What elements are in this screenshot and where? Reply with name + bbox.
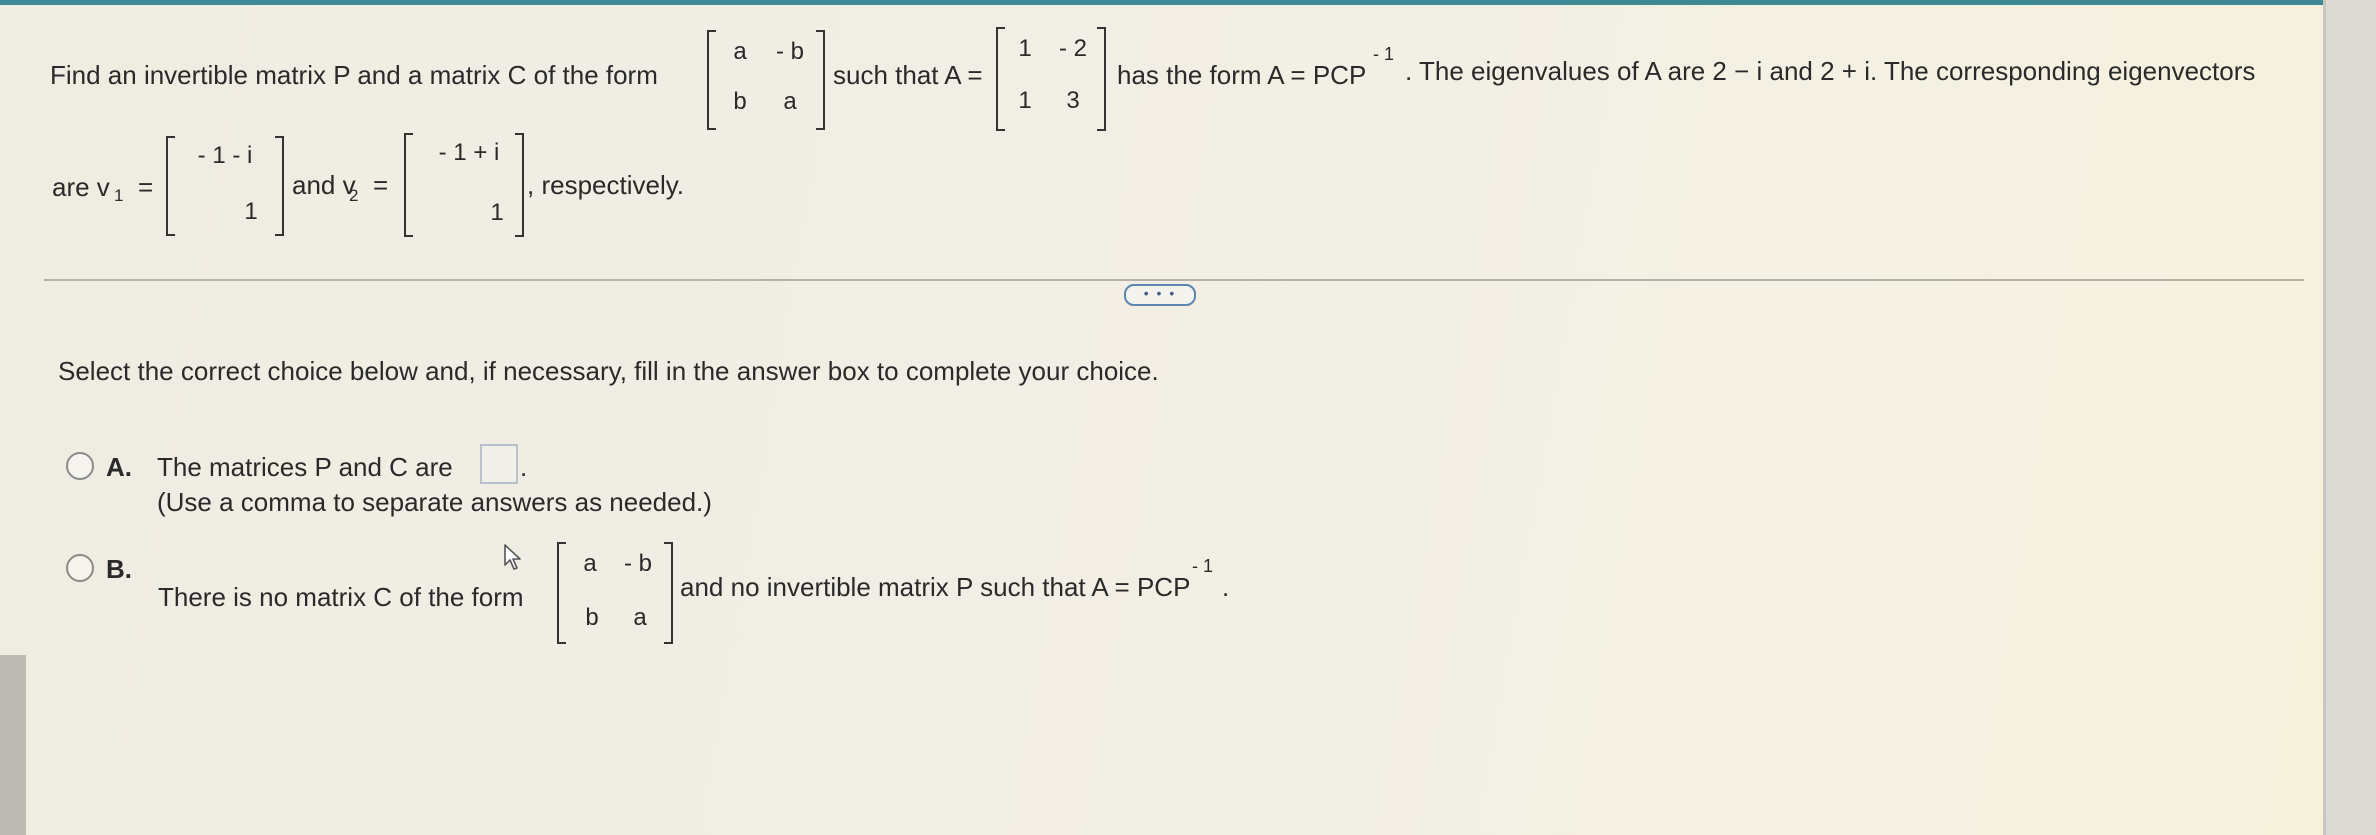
- choice-b-text-after: and no invertible matrix P such that A =…: [680, 572, 1191, 602]
- instruction-text: Select the correct choice below and, if …: [58, 356, 1159, 386]
- respectively-label: , respectively.: [527, 170, 685, 200]
- and-v-label: and v: [292, 170, 356, 200]
- choice-a-radio[interactable]: [66, 452, 94, 480]
- choice-a-letter: A.: [106, 452, 132, 482]
- exponent-label: - 1: [1373, 44, 1395, 64]
- choice-a-text: The matrices P and C are: [157, 452, 453, 482]
- choice-b-letter: B.: [106, 554, 132, 584]
- choice-b-radio[interactable]: [66, 554, 94, 582]
- mouse-pointer-icon: [504, 544, 521, 570]
- vector-v2: - 1 + i 1: [404, 133, 524, 237]
- expand-more-button[interactable]: • • •: [1124, 284, 1196, 306]
- v1-subscript: 1: [114, 186, 124, 205]
- choice-b-period: .: [1222, 572, 1230, 602]
- scrollbar-left[interactable]: [0, 655, 26, 835]
- choice-a-hint: (Use a comma to separate answers as need…: [157, 487, 712, 517]
- question-intro: Find an invertible matrix P and a matrix…: [50, 60, 658, 90]
- choice-b-text-before: There is no matrix C of the form: [158, 582, 524, 612]
- form-matrix: a - b b a: [707, 30, 825, 130]
- choice-a-period: .: [520, 452, 528, 482]
- choice-b-exponent: - 1: [1192, 556, 1214, 576]
- eigen-sentence: . The eigenvalues of A are 2 − i and 2 +…: [1405, 56, 2256, 86]
- top-accent-bar: [0, 0, 2376, 5]
- equals-sign: =: [138, 172, 154, 202]
- are-v-label: are v: [52, 172, 110, 202]
- v2-subscript: 2: [349, 186, 359, 205]
- equals-sign-2: =: [373, 170, 389, 200]
- section-divider: [44, 279, 2304, 281]
- matrix-a: 1 - 2 1 3: [996, 27, 1106, 131]
- such-that-label: such that A =: [833, 60, 983, 90]
- choice-b-form-matrix: a - b b a: [557, 542, 673, 644]
- has-form-label: has the form A = PCP: [1117, 60, 1367, 90]
- answer-input-box[interactable]: [480, 444, 518, 484]
- vector-v1: - 1 - i 1: [166, 136, 284, 236]
- window-frame-right: [2323, 0, 2376, 835]
